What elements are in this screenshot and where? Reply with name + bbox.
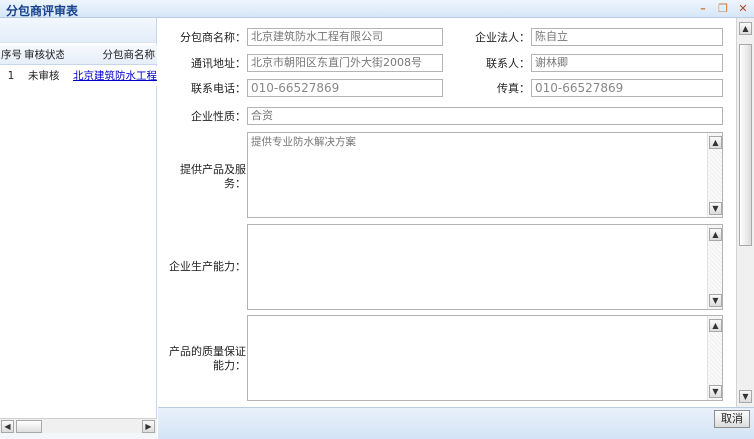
textarea-scrollbar[interactable]: ▲ ▼: [707, 316, 722, 400]
quality-textarea[interactable]: ▲ ▼: [247, 315, 723, 401]
window-controls: – ❐ ✕: [696, 2, 750, 15]
scroll-left-icon[interactable]: ◀: [1, 420, 14, 433]
scroll-up-icon[interactable]: ▲: [739, 22, 752, 35]
address-label: 通讯地址：: [191, 57, 246, 70]
nature-field[interactable]: 合资: [247, 107, 723, 125]
fax-label: 传真：: [497, 82, 530, 95]
nature-label: 企业性质：: [191, 110, 246, 123]
maximize-icon[interactable]: ❐: [716, 2, 730, 15]
row-seq: 1: [7, 70, 15, 82]
list-footer: [0, 433, 157, 439]
list-toolbar: [0, 18, 156, 43]
column-header-seq[interactable]: 序号: [0, 45, 22, 64]
scroll-up-icon[interactable]: ▲: [709, 136, 722, 149]
products-label: 提供产品及服务：: [180, 163, 246, 190]
textarea-scrollbar[interactable]: ▲ ▼: [707, 225, 722, 309]
contact-field[interactable]: 谢林卿: [531, 54, 723, 72]
scroll-down-icon[interactable]: ▼: [709, 294, 722, 307]
scroll-down-icon[interactable]: ▼: [709, 385, 722, 398]
vertical-scrollbar[interactable]: ▲ ▼: [736, 18, 754, 407]
legal-person-field[interactable]: 陈自立: [531, 28, 723, 46]
scroll-up-icon[interactable]: ▲: [709, 319, 722, 332]
legal-person-label: 企业法人：: [475, 31, 530, 44]
scroll-down-icon[interactable]: ▼: [709, 202, 722, 215]
phone-label: 联系电话：: [191, 82, 246, 95]
scrollbar-thumb[interactable]: [739, 44, 752, 246]
scrollbar-thumb[interactable]: [16, 420, 42, 433]
address-field[interactable]: 北京市朝阳区东直门外大街2008号: [247, 54, 443, 72]
capacity-textarea[interactable]: ▲ ▼: [247, 224, 723, 310]
cancel-button[interactable]: 取消: [714, 410, 750, 428]
footer-bar: 取消: [158, 407, 754, 439]
grid-header: 序号 审核状态 分包商名称: [0, 45, 157, 65]
products-text: 提供专业防水解决方案: [251, 136, 356, 148]
scroll-right-icon[interactable]: ▶: [142, 420, 155, 433]
phone-field[interactable]: 010-66527869: [247, 79, 443, 97]
column-header-name[interactable]: 分包商名称: [64, 45, 157, 64]
quality-label: 产品的质量保证能力：: [169, 345, 246, 372]
supplier-list-panel: 序号 审核状态 分包商名称 1 未审核 北京建筑防水工程有限公司 ◀ ▶: [0, 18, 157, 439]
fax-field[interactable]: 010-66527869: [531, 79, 723, 97]
column-header-status[interactable]: 审核状态: [22, 45, 64, 64]
scroll-up-icon[interactable]: ▲: [709, 228, 722, 241]
capacity-label: 企业生产能力：: [169, 260, 246, 273]
contact-label: 联系人：: [486, 57, 530, 70]
review-form: 分包商名称： 北京建筑防水工程有限公司 企业法人： 陈自立 通讯地址： 北京市朝…: [158, 18, 736, 407]
row-status: 未审核: [28, 70, 60, 82]
window-titlebar: 分包商评审表 – ❐ ✕: [0, 0, 754, 18]
horizontal-scrollbar[interactable]: ◀ ▶: [0, 418, 157, 433]
textarea-scrollbar[interactable]: ▲ ▼: [707, 133, 722, 217]
close-icon[interactable]: ✕: [736, 2, 750, 15]
products-textarea[interactable]: 提供专业防水解决方案 ▲ ▼: [247, 132, 723, 218]
company-name-field[interactable]: 北京建筑防水工程有限公司: [247, 28, 443, 46]
minimize-icon[interactable]: –: [696, 2, 710, 15]
row-name-link[interactable]: 北京建筑防水工程有限公司: [64, 66, 157, 86]
company-name-label: 分包商名称：: [180, 31, 246, 44]
scroll-down-icon[interactable]: ▼: [739, 390, 752, 403]
table-row[interactable]: 1 未审核 北京建筑防水工程有限公司: [0, 66, 157, 86]
window-title: 分包商评审表: [6, 4, 79, 18]
